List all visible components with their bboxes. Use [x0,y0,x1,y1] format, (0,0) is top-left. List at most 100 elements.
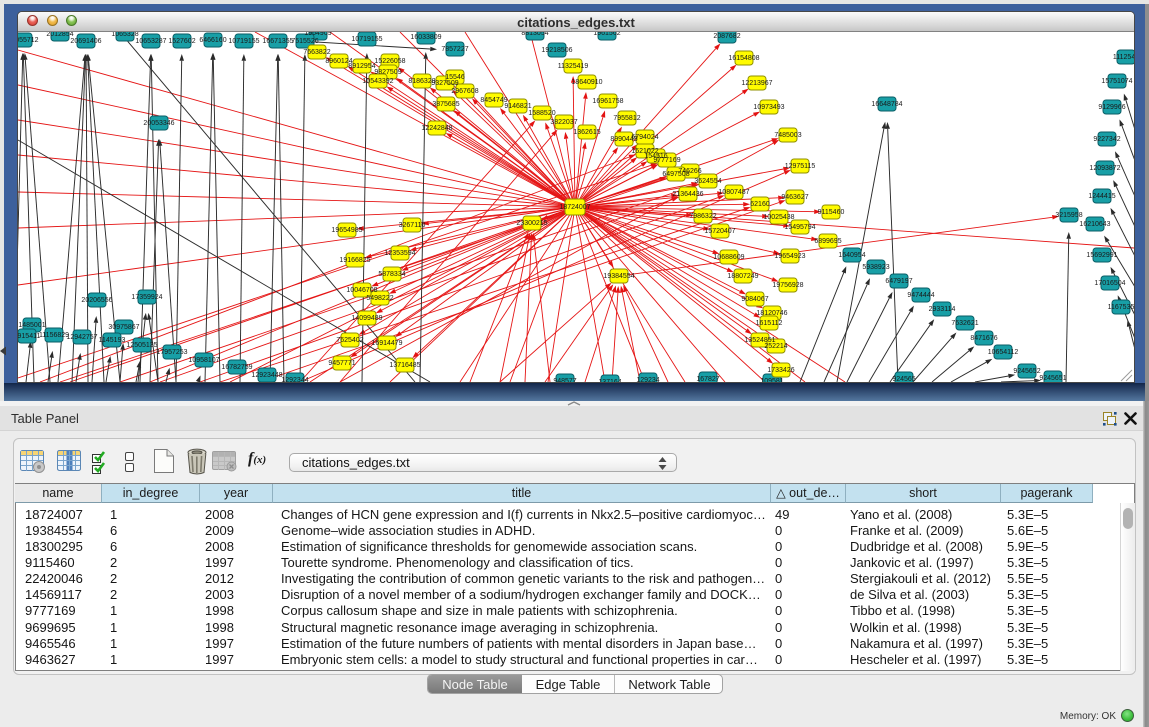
svg-text:12975115: 12975115 [785,163,816,170]
svg-text:19218506: 19218506 [541,47,572,54]
svg-text:20691406: 20691406 [70,38,101,45]
svg-text:252214: 252214 [764,343,787,350]
svg-text:3875685: 3875685 [432,101,459,108]
svg-text:9777169: 9777169 [653,157,680,164]
svg-text:3822037: 3822037 [550,119,577,126]
svg-text:7955812: 7955812 [613,115,640,122]
svg-text:16671355: 16671355 [262,38,293,45]
svg-text:9327509: 9327509 [431,80,458,87]
svg-text:1588520: 1588520 [528,110,555,117]
svg-text:7625402: 7625402 [336,337,363,344]
svg-text:16154808: 16154808 [728,55,759,62]
svg-text:3915411: 3915411 [18,333,40,340]
svg-text:16961758: 16961758 [592,98,623,105]
svg-text:19654923: 19654923 [774,253,805,260]
svg-text:62160: 62160 [750,201,770,208]
svg-text:8813054: 8813054 [521,32,548,37]
svg-text:15692991: 15692991 [1086,252,1117,259]
svg-text:9129966: 9129966 [1098,104,1125,111]
svg-text:18120746: 18120746 [756,310,787,317]
svg-text:6479197: 6479197 [885,278,912,285]
svg-text:10719155: 10719155 [228,38,259,45]
svg-text:109581: 109581 [760,378,783,382]
svg-text:15546: 15546 [445,74,465,81]
svg-text:10688609: 10688609 [713,254,744,261]
svg-text:1167535: 1167535 [1108,304,1134,311]
svg-text:5878334: 5878334 [378,271,405,278]
svg-text:17359924: 17359924 [131,294,162,301]
svg-text:7663822: 7663822 [303,49,330,56]
svg-text:1527602: 1527602 [168,38,195,45]
svg-text:14099489: 14099489 [351,315,382,322]
svg-text:8471676: 8471676 [970,335,997,342]
svg-text:10046708: 10046708 [346,287,377,294]
svg-text:9474444: 9474444 [907,292,934,299]
svg-text:1145193: 1145193 [99,337,126,344]
svg-text:9245651: 9245651 [1039,375,1066,382]
svg-text:2933114: 2933114 [929,306,956,313]
svg-text:3215958: 3215958 [1055,212,1082,219]
svg-text:9227342: 9227342 [1093,136,1120,143]
svg-text:19166825: 19166825 [339,257,370,264]
svg-text:15226058: 15226058 [374,58,405,65]
svg-text:18640910: 18640910 [571,79,602,86]
svg-text:8912954: 8912954 [348,63,375,70]
svg-text:7515526: 7515526 [291,38,318,45]
svg-text:1485001: 1485001 [18,322,45,329]
svg-text:10973493: 10973493 [753,104,784,111]
svg-text:9115460: 9115460 [818,209,845,216]
svg-text:9146821: 9146821 [504,103,531,110]
svg-text:3624554: 3624554 [694,178,721,185]
svg-text:12242848: 12242848 [421,125,452,132]
svg-text:1640954: 1640954 [838,252,865,259]
svg-text:18724007: 18724007 [559,204,590,211]
svg-text:9084067: 9084067 [741,296,768,303]
svg-text:19654985: 19654985 [331,227,362,234]
svg-text:10543392: 10543392 [362,78,393,85]
svg-text:7857227: 7857227 [441,46,468,53]
svg-text:10719155: 10719155 [351,36,382,43]
svg-text:2087682: 2087682 [713,33,740,40]
svg-text:20206556: 20206556 [81,297,112,304]
svg-text:6899695: 6899695 [814,238,841,245]
svg-text:3267110: 3267110 [399,222,426,229]
svg-text:9457771: 9457771 [328,360,355,367]
svg-text:23300215: 23300215 [516,220,547,227]
svg-text:16033809: 16033809 [410,34,441,41]
svg-text:17957253: 17957253 [156,349,187,356]
svg-text:1112543: 1112543 [1113,54,1134,61]
svg-text:129234: 129234 [636,377,659,382]
svg-text:19756928: 19756928 [772,282,803,289]
svg-text:7986322: 7986322 [689,213,716,220]
svg-text:6466160: 6466160 [199,37,226,44]
svg-text:9827509: 9827509 [374,69,401,76]
svg-text:10025438: 10025438 [763,214,794,221]
svg-text:12213967: 12213967 [741,80,772,87]
svg-text:20053346: 20053346 [143,120,174,127]
svg-text:19384554: 19384554 [603,273,634,280]
svg-text:15495794: 15495794 [784,224,815,231]
svg-text:10958107: 10958107 [188,357,219,364]
svg-text:11156829: 11156829 [39,332,69,339]
svg-text:17016504: 17016504 [1094,280,1125,287]
svg-text:16914479: 16914479 [371,340,402,347]
svg-text:30975867: 30975867 [108,324,139,331]
svg-text:6497508: 6497508 [662,171,689,178]
svg-text:5938923: 5938923 [862,264,889,271]
svg-text:1964909: 1964909 [304,32,331,37]
svg-text:10807487: 10807487 [718,189,749,196]
svg-text:13716485: 13716485 [389,362,420,369]
svg-text:21364436: 21364436 [672,191,703,198]
svg-text:1961562: 1961562 [593,32,620,37]
svg-text:12093872: 12093872 [1089,165,1120,172]
svg-text:1733426: 1733426 [767,367,794,374]
svg-text:18807249: 18807249 [727,273,758,280]
svg-text:11325419: 11325419 [558,63,589,70]
svg-text:15720407: 15720407 [704,228,735,235]
svg-text:16210643: 16210643 [1079,221,1110,228]
svg-text:1362615: 1362615 [573,129,600,136]
svg-text:7485003: 7485003 [774,132,801,139]
svg-text:6794024: 6794024 [631,134,658,141]
svg-text:924565: 924565 [892,376,915,382]
svg-text:14055712: 14055712 [18,37,39,44]
